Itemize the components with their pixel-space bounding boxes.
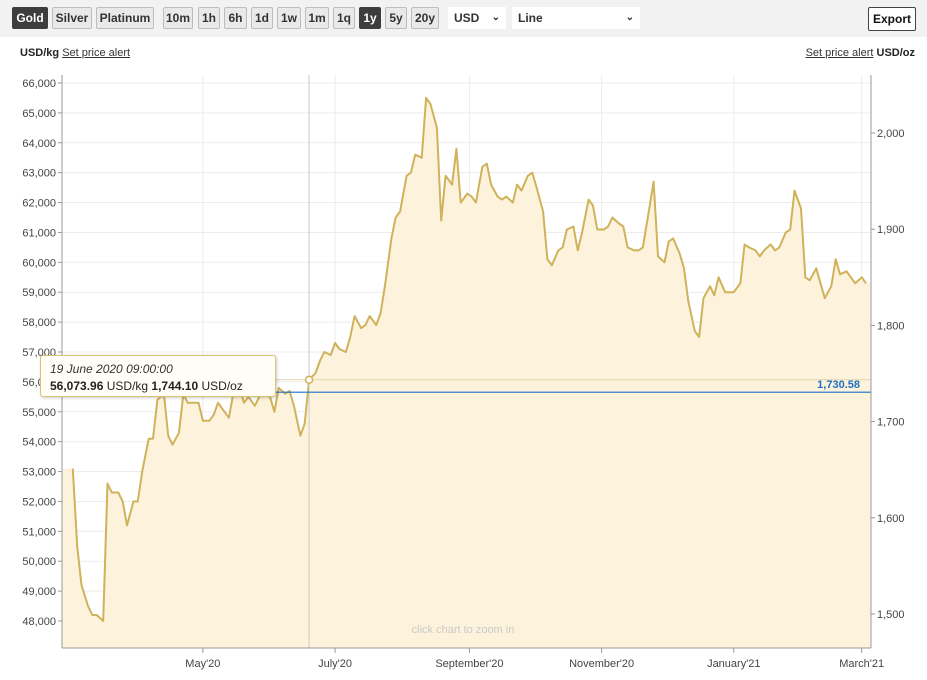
right-tick-label: 1,600 [877,513,905,525]
left-tick-label: 48,000 [22,616,56,628]
left-tick-label: 64,000 [22,138,56,150]
left-tick-label: 50,000 [22,556,56,568]
left-tick-label: 52,000 [22,496,56,508]
left-tick-label: 59,000 [22,287,56,299]
left-tick-label: 51,000 [22,526,56,538]
left-tick-label: 61,000 [22,227,56,239]
current-price-label: 1,730.58 [817,379,860,391]
x-tick-label: May'20 [185,658,220,670]
hover-marker [304,375,314,385]
zoom-hint: click chart to zoom in [412,624,515,636]
x-tick-label: January'21 [707,658,760,670]
x-tick-label: November'20 [569,658,634,670]
x-tick-label: July'20 [318,658,352,670]
left-tick-label: 66,000 [22,78,56,90]
left-tick-label: 53,000 [22,467,56,479]
left-tick-label: 54,000 [22,437,56,449]
tooltip-kg-unit: USD/kg [106,379,149,393]
x-tick-label: March'21 [839,658,884,670]
right-tick-label: 1,700 [877,417,905,429]
right-tick-label: 1,800 [877,320,905,332]
left-tick-label: 55,000 [22,407,56,419]
left-tick-label: 62,000 [22,198,56,210]
right-tick-label: 1,900 [877,224,905,236]
gold-price-chart[interactable]: BullionVaultclick chart to zoom in1,730.… [0,0,927,680]
hover-tooltip: 19 June 2020 09:00:00 56,073.96 USD/kg 1… [40,355,276,397]
left-tick-label: 58,000 [22,317,56,329]
left-tick-label: 65,000 [22,108,56,120]
left-tick-label: 49,000 [22,586,56,598]
tooltip-values: 56,073.96 USD/kg 1,744.10 USD/oz [50,379,266,393]
right-tick-label: 1,500 [877,609,905,621]
tooltip-oz-value: 1,744.10 [151,379,199,393]
tooltip-date: 19 June 2020 09:00:00 [50,362,173,376]
left-tick-label: 63,000 [22,168,56,180]
tooltip-oz-unit: USD/oz [201,379,243,393]
tooltip-kg-value: 56,073.96 [50,379,104,393]
right-tick-label: 2,000 [877,128,905,140]
left-tick-label: 60,000 [22,257,56,269]
x-tick-label: September'20 [435,658,503,670]
